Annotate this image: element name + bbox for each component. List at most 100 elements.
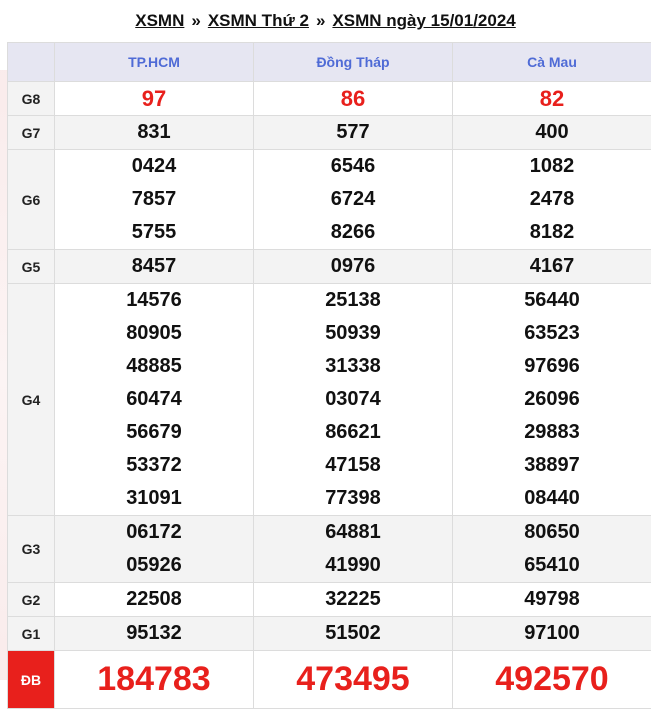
prize-cell: 97100 bbox=[453, 617, 651, 651]
lottery-number: 25138 bbox=[254, 284, 452, 317]
lottery-number: 8457 bbox=[55, 250, 253, 283]
prize-cell: 82 bbox=[453, 82, 651, 116]
lottery-number: 48885 bbox=[55, 350, 253, 383]
lottery-number: 53372 bbox=[55, 449, 253, 482]
prize-cell: 95132 bbox=[55, 617, 254, 651]
lottery-number: 63523 bbox=[453, 317, 651, 350]
lottery-number: 80905 bbox=[55, 317, 253, 350]
lottery-number: 03074 bbox=[254, 383, 452, 416]
lottery-number: 22508 bbox=[55, 583, 253, 616]
prize-cell: 6488141990 bbox=[254, 516, 453, 583]
prize-cell: 4167 bbox=[453, 250, 651, 284]
lottery-number: 60474 bbox=[55, 383, 253, 416]
province-header-dong-thap[interactable]: Đồng Tháp bbox=[254, 43, 453, 82]
breadcrumb-link-xsmn-thu-2[interactable]: XSMN Thứ 2 bbox=[208, 11, 309, 31]
lottery-number: 26096 bbox=[453, 383, 651, 416]
lottery-number: 31338 bbox=[254, 350, 452, 383]
lottery-number: 97 bbox=[55, 82, 253, 115]
lottery-number: 0976 bbox=[254, 250, 452, 283]
lottery-number: 6724 bbox=[254, 183, 452, 216]
prize-label: G2 bbox=[8, 583, 55, 617]
prize-row-g8: G8978682 bbox=[8, 82, 651, 116]
lottery-number: 95132 bbox=[55, 617, 253, 650]
lottery-number: 49798 bbox=[453, 583, 651, 616]
prize-row-g2: G2225083222549798 bbox=[8, 583, 651, 617]
lottery-number: 97696 bbox=[453, 350, 651, 383]
results-table: TP.HCM Đồng Tháp Cà Mau G8978682G7831577… bbox=[7, 42, 651, 709]
header-blank-cell bbox=[8, 43, 55, 82]
lottery-number: 6546 bbox=[254, 150, 452, 183]
prize-cell: 0617205926 bbox=[55, 516, 254, 583]
prize-label: G4 bbox=[8, 284, 55, 516]
breadcrumb: XSMN » XSMN Thứ 2 » XSMN ngày 15/01/2024 bbox=[0, 0, 651, 42]
lottery-number: 492570 bbox=[453, 651, 651, 708]
province-header-tphcm[interactable]: TP.HCM bbox=[55, 43, 254, 82]
lottery-number: 5755 bbox=[55, 216, 253, 249]
prize-row-g7: G7831577400 bbox=[8, 116, 651, 150]
prize-cell: 577 bbox=[254, 116, 453, 150]
lottery-number: 38897 bbox=[453, 449, 651, 482]
lottery-number: 08440 bbox=[453, 482, 651, 515]
prize-cell: 25138509393133803074866214715877398 bbox=[254, 284, 453, 516]
breadcrumb-link-xsmn-date[interactable]: XSMN ngày 15/01/2024 bbox=[332, 11, 515, 31]
lottery-number: 51502 bbox=[254, 617, 452, 650]
lottery-number: 400 bbox=[453, 116, 651, 149]
prize-row-g5: G5845709764167 bbox=[8, 250, 651, 284]
lottery-number: 06172 bbox=[55, 516, 253, 549]
lottery-number: 8182 bbox=[453, 216, 651, 249]
prize-cell: 8065065410 bbox=[453, 516, 651, 583]
prize-row-db: ĐB184783473495492570 bbox=[8, 651, 651, 709]
prize-row-g6: G6042478575755654667248266108224788182 bbox=[8, 150, 651, 250]
lottery-number: 2478 bbox=[453, 183, 651, 216]
lottery-number: 1082 bbox=[453, 150, 651, 183]
prize-cell: 14576809054888560474566795337231091 bbox=[55, 284, 254, 516]
prize-cell: 49798 bbox=[453, 583, 651, 617]
lottery-number: 0424 bbox=[55, 150, 253, 183]
lottery-number: 31091 bbox=[55, 482, 253, 515]
lottery-number: 831 bbox=[55, 116, 253, 149]
prize-label: G5 bbox=[8, 250, 55, 284]
prize-cell: 51502 bbox=[254, 617, 453, 651]
breadcrumb-separator: » bbox=[316, 11, 325, 31]
prize-cell: 56440635239769626096298833889708440 bbox=[453, 284, 651, 516]
lottery-number: 97100 bbox=[453, 617, 651, 650]
prize-cell: 22508 bbox=[55, 583, 254, 617]
prize-row-g4: G414576809054888560474566795337231091251… bbox=[8, 284, 651, 516]
lottery-number: 47158 bbox=[254, 449, 452, 482]
lottery-number: 86621 bbox=[254, 416, 452, 449]
prize-row-g3: G3061720592664881419908065065410 bbox=[8, 516, 651, 583]
prize-label: G8 bbox=[8, 82, 55, 116]
prize-cell: 400 bbox=[453, 116, 651, 150]
prize-cell: 108224788182 bbox=[453, 150, 651, 250]
lottery-number: 86 bbox=[254, 82, 452, 115]
prize-cell: 184783 bbox=[55, 651, 254, 709]
lottery-number: 50939 bbox=[254, 317, 452, 350]
prize-cell: 654667248266 bbox=[254, 150, 453, 250]
prize-label: G7 bbox=[8, 116, 55, 150]
prize-cell: 8457 bbox=[55, 250, 254, 284]
prize-label: G6 bbox=[8, 150, 55, 250]
breadcrumb-separator: » bbox=[191, 11, 200, 31]
table-header-row: TP.HCM Đồng Tháp Cà Mau bbox=[8, 43, 651, 82]
lottery-number: 80650 bbox=[453, 516, 651, 549]
prize-label: G3 bbox=[8, 516, 55, 583]
lottery-number: 41990 bbox=[254, 549, 452, 582]
lottery-number: 29883 bbox=[453, 416, 651, 449]
lottery-number: 77398 bbox=[254, 482, 452, 515]
prize-cell: 492570 bbox=[453, 651, 651, 709]
lottery-number: 577 bbox=[254, 116, 452, 149]
breadcrumb-link-xsmn[interactable]: XSMN bbox=[135, 11, 184, 31]
prize-row-g1: G1951325150297100 bbox=[8, 617, 651, 651]
lottery-number: 8266 bbox=[254, 216, 452, 249]
lottery-number: 64881 bbox=[254, 516, 452, 549]
lottery-number: 56440 bbox=[453, 284, 651, 317]
lottery-number: 14576 bbox=[55, 284, 253, 317]
prize-label: G1 bbox=[8, 617, 55, 651]
lottery-number: 05926 bbox=[55, 549, 253, 582]
prize-cell: 473495 bbox=[254, 651, 453, 709]
lottery-number: 65410 bbox=[453, 549, 651, 582]
province-header-ca-mau[interactable]: Cà Mau bbox=[453, 43, 651, 82]
prize-cell: 831 bbox=[55, 116, 254, 150]
prize-cell: 86 bbox=[254, 82, 453, 116]
lottery-number: 56679 bbox=[55, 416, 253, 449]
